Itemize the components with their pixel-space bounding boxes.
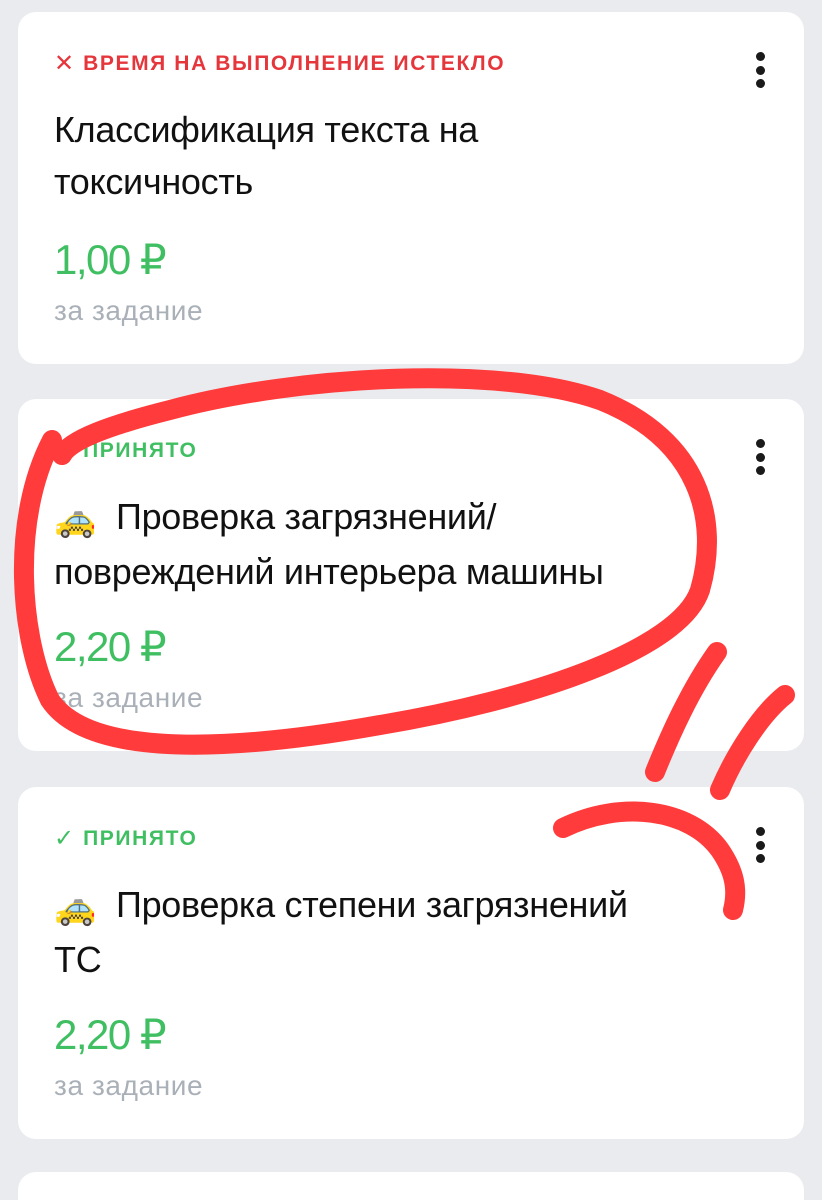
task-title-text: Проверка загрязнений/ <box>116 496 497 537</box>
menu-dot <box>755 439 765 448</box>
task-title-text: Проверка степени загрязнений <box>116 884 628 925</box>
price-unit-label: за задание <box>54 295 204 326</box>
task-title: 🚕 Проверка степени загрязнений ТС <box>54 879 734 986</box>
task-card-toxicity[interactable]: ✕ ВРЕМЯ НА ВЫПОЛНЕНИЕ ИСТЕКЛО Классифика… <box>18 12 804 364</box>
status-label: ВРЕМЯ НА ВЫПОЛНЕНИЕ ИСТЕКЛО <box>83 52 506 75</box>
price-unit-label: за задание <box>54 682 204 713</box>
menu-dot <box>755 52 765 61</box>
more-vertical-icon[interactable] <box>740 48 780 92</box>
menu-dot <box>755 466 765 475</box>
check-icon: ✓ <box>54 825 75 852</box>
menu-dot <box>755 65 765 75</box>
task-title: Классификация текста на токсичность <box>54 104 734 208</box>
task-title: 🚕 Проверка загрязнений/ повреждений интер… <box>54 491 734 598</box>
status-accepted: ✓ ПРИНЯТО <box>54 439 197 463</box>
menu-dot <box>755 452 765 462</box>
menu-dot <box>755 854 765 863</box>
more-vertical-icon[interactable] <box>740 823 780 867</box>
task-card-interior-check[interactable]: ✓ ПРИНЯТО 🚕 Проверка загрязнений/ поврежд… <box>18 399 804 751</box>
status-label: ПРИНЯТО <box>83 439 198 462</box>
task-price: 2,20 ₽ <box>54 623 167 670</box>
taxi-icon: 🚕 <box>54 889 97 927</box>
task-card-dirt-level-check[interactable]: ✓ ПРИНЯТО 🚕 Проверка степени загрязнений … <box>18 787 804 1139</box>
task-list-screen: ✕ ВРЕМЯ НА ВЫПОЛНЕНИЕ ИСТЕКЛО Классифика… <box>0 0 822 1200</box>
task-title-line-1: Классификация текста на <box>54 109 478 150</box>
task-title-line-2: повреждений интерьера машины <box>54 551 604 592</box>
task-title-line-2: токсичность <box>54 161 253 202</box>
task-card-next[interactable] <box>18 1172 804 1200</box>
check-icon: ✓ <box>54 437 75 464</box>
menu-dot <box>755 827 765 836</box>
menu-dot <box>755 840 765 850</box>
task-title-line-1: 🚕 Проверка загрязнений/ <box>54 491 734 546</box>
task-title-line-2: ТС <box>54 939 102 980</box>
more-vertical-icon[interactable] <box>740 435 780 479</box>
close-icon: ✕ <box>54 50 75 77</box>
status-label: ПРИНЯТО <box>83 827 198 850</box>
task-title-line-1: 🚕 Проверка степени загрязнений <box>54 879 734 934</box>
taxi-icon: 🚕 <box>54 501 97 539</box>
menu-dot <box>755 79 765 88</box>
task-price: 1,00 ₽ <box>54 236 167 283</box>
task-price: 2,20 ₽ <box>54 1011 167 1058</box>
price-unit-label: за задание <box>54 1070 204 1101</box>
status-expired: ✕ ВРЕМЯ НА ВЫПОЛНЕНИЕ ИСТЕКЛО <box>54 52 505 76</box>
status-accepted: ✓ ПРИНЯТО <box>54 827 197 851</box>
